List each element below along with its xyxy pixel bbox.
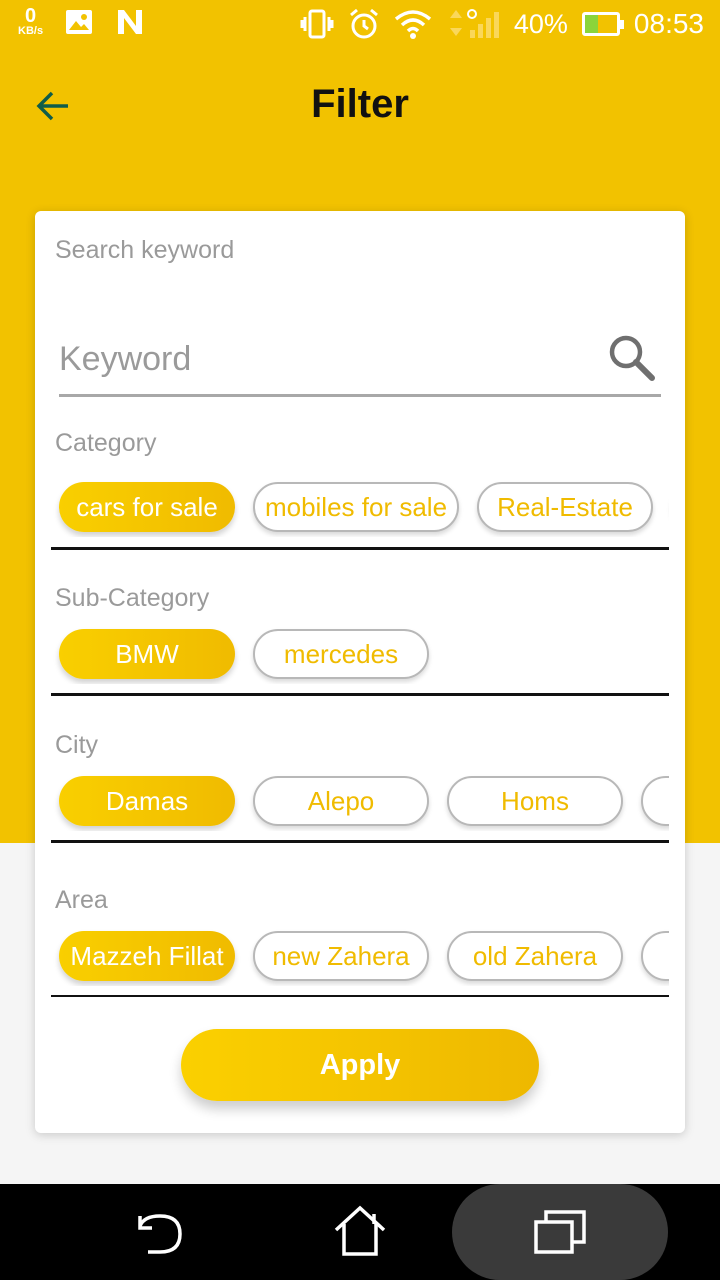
- status-bar: 0 KB/s 40% 08:53: [0, 0, 720, 50]
- system-nav-bar: [0, 1184, 720, 1280]
- n-notification-icon: [118, 9, 143, 34]
- area-chip-row[interactable]: Mazzeh Fillat new Zahera old Zahera: [51, 926, 669, 986]
- category-label: Category: [55, 429, 157, 457]
- alarm-icon: [349, 8, 378, 39]
- chip-mobiles-for-sale[interactable]: mobiles for sale: [253, 482, 459, 532]
- chip-old-zahera[interactable]: old Zahera: [447, 931, 623, 981]
- category-chip-row[interactable]: cars for sale mobiles for sale Real-Esta…: [51, 477, 669, 537]
- chip-more[interactable]: [641, 776, 669, 826]
- page-title: Filter: [311, 82, 409, 126]
- divider: [51, 995, 669, 997]
- home-icon: [334, 1205, 386, 1256]
- battery-icon: [581, 12, 624, 36]
- search-icon[interactable]: [605, 331, 657, 383]
- city-label: City: [55, 731, 99, 759]
- sub-category-chip-row[interactable]: BMW mercedes: [51, 624, 669, 684]
- search-keyword-label: Search keyword: [55, 236, 235, 264]
- apply-button[interactable]: Apply: [181, 1029, 539, 1101]
- battery-percent: 40%: [513, 8, 568, 39]
- chip-new-zahera[interactable]: new Zahera: [253, 931, 429, 981]
- chip-homs[interactable]: Homs: [447, 776, 623, 826]
- signal-icon: [449, 9, 499, 38]
- nav-recents-button[interactable]: [530, 1204, 590, 1260]
- toolbar: Filter: [0, 60, 720, 150]
- vibrate-icon: [300, 9, 334, 39]
- nav-home-button[interactable]: [330, 1204, 390, 1260]
- chip-more[interactable]: [641, 931, 669, 981]
- chip-bmw[interactable]: BMW: [59, 629, 235, 679]
- area-label: Area: [55, 886, 108, 914]
- city-chip-row[interactable]: Damas Alepo Homs: [51, 771, 669, 831]
- network-speed-value: 0: [24, 5, 37, 27]
- chip-real-estate[interactable]: Real-Estate: [477, 482, 653, 532]
- divider: [51, 693, 669, 696]
- search-field: [59, 321, 661, 397]
- chip-alepo[interactable]: Alepo: [253, 776, 429, 826]
- keyword-input[interactable]: [59, 331, 579, 387]
- chip-damas[interactable]: Damas: [59, 776, 235, 826]
- clock: 08:53: [633, 8, 704, 39]
- sub-category-label: Sub-Category: [55, 584, 210, 612]
- divider: [51, 840, 669, 843]
- recents-icon: [534, 1210, 586, 1254]
- filter-card: Search keyword Category cars for sale mo…: [35, 211, 685, 1133]
- wifi-icon: [394, 10, 431, 39]
- nav-back-button[interactable]: [130, 1204, 190, 1260]
- network-speed: 0 KB/s: [18, 6, 43, 37]
- chip-mercedes[interactable]: mercedes: [253, 629, 429, 679]
- image-icon: [66, 9, 93, 34]
- chip-cars-for-sale[interactable]: cars for sale: [59, 482, 235, 532]
- network-speed-unit: KB/s: [18, 25, 44, 37]
- divider: [51, 547, 669, 550]
- chip-mazzeh-fillat[interactable]: Mazzeh Fillat: [59, 931, 235, 981]
- back-icon: [138, 1214, 182, 1254]
